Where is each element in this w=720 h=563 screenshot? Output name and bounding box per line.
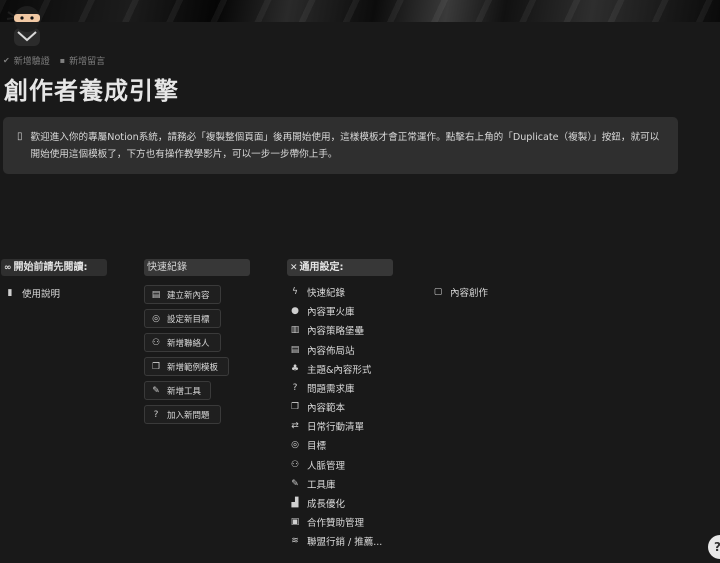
link-label: 目標 (307, 441, 327, 452)
wifi-icon: ≋ (291, 536, 299, 546)
comment-icon: ▪ (59, 56, 66, 65)
add-verification-button[interactable]: ✔ 新增驗證 (3, 54, 50, 67)
link-label: 日常行動清單 (307, 422, 365, 433)
link-label: 合作贊助管理 (307, 518, 365, 529)
create-content-button[interactable]: ▤ 建立新內容 (144, 285, 221, 304)
people-icon: ⚇ (151, 337, 161, 348)
question-icon: ? (153, 409, 159, 420)
set-goal-button[interactable]: ◎ 設定新目標 (144, 309, 221, 328)
phone-icon: ▯ (17, 131, 23, 142)
document-icon: ▤ (290, 345, 300, 355)
section-heading-read-first-label: 開始前請先閱讀: (13, 262, 88, 273)
link-sponsorships[interactable]: ▣ 合作贊助管理 (289, 515, 364, 529)
infinity-icon: ∞ (4, 263, 12, 273)
copy-icon: ❐ (290, 402, 300, 412)
section-heading-general-settings: ✕ 通用設定: (287, 259, 393, 276)
button-label: 新增聯絡人 (167, 338, 210, 349)
link-label: 內容軍火庫 (307, 307, 355, 318)
link-content-layout[interactable]: ▤ 內容佈局站 (289, 343, 355, 357)
welcome-callout: ▯ 歡迎進入你的專屬Notion系統，請務必「複製整個頁面」後再開始使用，這樣模… (3, 117, 678, 174)
wrench-icon: ✎ (152, 385, 160, 396)
lightbulb-icon: ● (291, 306, 299, 316)
ninja-avatar-icon[interactable] (6, 2, 48, 46)
link-tool-library[interactable]: ✎ 工具庫 (289, 477, 336, 491)
section-heading-quick-record: 快速紀錄 (144, 259, 250, 276)
link-label: 內容創作 (450, 288, 489, 299)
link-label: 快速紀錄 (307, 288, 346, 299)
wrench-icon: ✎ (291, 479, 299, 489)
callout-text[interactable]: 歡迎進入你的專屬Notion系統，請務必「複製整個頁面」後再開始使用，這樣模板才… (31, 129, 661, 174)
target-icon: ◎ (291, 440, 299, 450)
link-label: 人脈管理 (307, 461, 346, 472)
page-cover (0, 0, 720, 22)
add-verification-label: 新增驗證 (13, 57, 50, 67)
link-topics-formats[interactable]: ♣ 主題&內容形式 (289, 362, 371, 376)
button-label: 新增工具 (167, 386, 202, 397)
link-content-arsenal[interactable]: ● 內容軍火庫 (289, 304, 355, 318)
target-icon: ◎ (152, 313, 160, 324)
link-label: 使用說明 (22, 289, 61, 300)
link-growth[interactable]: ▟ 成長優化 (289, 496, 345, 510)
link-label: 內容範本 (307, 403, 346, 414)
link-label: 聯盟行銷 / 推薦... (307, 537, 383, 548)
book-icon: ▮ (7, 288, 13, 298)
verified-icon: ✔ (3, 56, 10, 65)
help-button[interactable]: ? (708, 535, 720, 559)
tools-icon: ✕ (290, 263, 298, 273)
link-content-templates[interactable]: ❐ 內容範本 (289, 400, 345, 414)
add-question-button[interactable]: ? 加入新問題 (144, 405, 221, 424)
document-icon: ▤ (151, 289, 161, 300)
add-template-button[interactable]: ❐ 新增範例模板 (144, 357, 229, 376)
shapes-icon: ♣ (290, 364, 300, 374)
button-label: 建立新內容 (167, 290, 210, 301)
add-tool-button[interactable]: ✎ 新增工具 (144, 381, 211, 400)
page-meta-row: ✔ 新增驗證 ▪ 新增留言 (3, 54, 105, 67)
link-quick-record[interactable]: ϟ 快速紀錄 (289, 285, 345, 299)
people-icon: ⚇ (290, 460, 300, 470)
add-comment-label: 新增留言 (69, 57, 106, 67)
link-content-strategy[interactable]: ▥ 內容策略堡壘 (289, 323, 364, 337)
chart-icon: ▟ (291, 498, 299, 508)
page-title[interactable]: 創作者養成引擎 (4, 71, 179, 106)
lightning-icon: ϟ (292, 287, 298, 297)
copy-icon: ❐ (151, 361, 161, 372)
link-label: 問題需求庫 (307, 384, 355, 395)
section-heading-general-settings-label: 通用設定: (299, 262, 344, 273)
link-goals[interactable]: ◎ 目標 (289, 438, 326, 452)
help-label: ? (714, 540, 720, 554)
add-comment-button[interactable]: ▪ 新增留言 (60, 54, 105, 67)
add-contact-button[interactable]: ⚇ 新增聯絡人 (144, 333, 221, 352)
link-affiliate[interactable]: ≋ 聯盟行銷 / 推薦... (289, 534, 382, 548)
link-label: 內容策略堡壘 (307, 326, 365, 337)
page-outline-icon: ▢ (433, 287, 443, 297)
button-label: 新增範例模板 (167, 362, 219, 373)
link-daily-actions[interactable]: ⇄ 日常行動清單 (289, 419, 364, 433)
link-label: 主題&內容形式 (307, 365, 372, 376)
link-label: 內容佈局站 (307, 346, 355, 357)
map-icon: ▥ (290, 325, 300, 335)
link-question-bank[interactable]: ? 問題需求庫 (289, 381, 355, 395)
section-heading-quick-record-label: 快速紀錄 (147, 262, 187, 273)
question-icon: ? (292, 383, 298, 393)
repeat-icon: ⇄ (291, 421, 299, 431)
money-icon: ▣ (290, 517, 300, 527)
button-label: 加入新問題 (167, 410, 210, 421)
link-label: 工具庫 (307, 480, 336, 491)
link-content-creation[interactable]: ▢ 內容創作 (432, 285, 488, 299)
section-heading-read-first: ∞ 開始前請先閱讀: (1, 259, 107, 276)
button-label: 設定新目標 (167, 314, 210, 325)
link-label: 成長優化 (307, 499, 346, 510)
link-contacts[interactable]: ⚇ 人脈管理 (289, 458, 345, 472)
link-usage-guide[interactable]: ▮ 使用說明 (4, 286, 61, 300)
